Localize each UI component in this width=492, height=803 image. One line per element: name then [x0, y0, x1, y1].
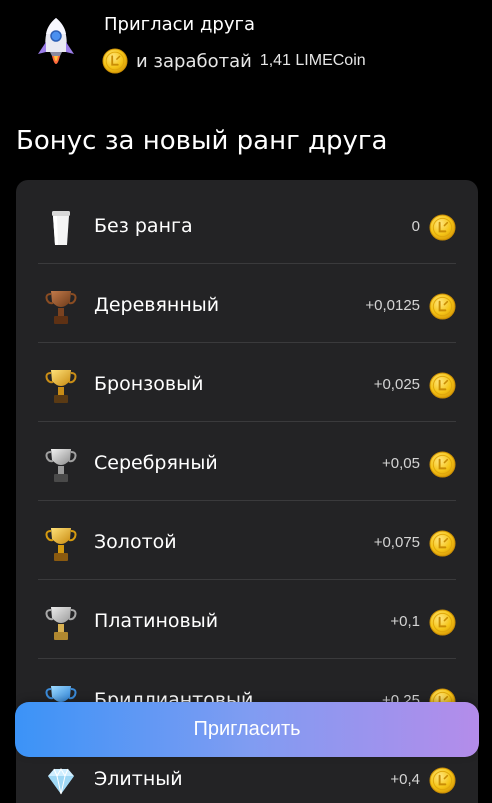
invite-title: Пригласи друга: [104, 14, 255, 35]
rank-bonus: +0,4: [390, 771, 420, 788]
limecoin-icon: [429, 372, 456, 399]
limecoin-icon: [102, 48, 128, 74]
invite-subtitle: и заработай 1,41 LIMECoin: [102, 48, 366, 74]
rank-name: Деревянный: [94, 294, 220, 316]
platinum-trophy-icon: [45, 607, 77, 640]
limecoin-icon: [429, 451, 456, 478]
rank-row-bronze: Бронзовый +0,025: [16, 343, 478, 422]
rank-row-wooden: Деревянный +0,0125: [16, 264, 478, 343]
rank-row-no-rank: Без ранга 0: [16, 185, 478, 264]
rank-name: Элитный: [94, 768, 183, 790]
rank-name: Без ранга: [94, 215, 193, 237]
gold-trophy-icon: [45, 528, 77, 561]
diamond-icon: [48, 767, 74, 795]
rank-bonus: 0: [411, 218, 420, 235]
limecoin-icon: [429, 530, 456, 557]
section-title: Бонус за новый ранг друга: [16, 126, 388, 156]
rank-bonus: +0,05: [382, 455, 420, 472]
referral-screen: Пригласи друга и заработай 1,41 LIMECoin…: [0, 0, 492, 803]
limecoin-icon: [429, 767, 456, 794]
rocket-icon: [38, 18, 74, 64]
rank-bonus: +0,075: [373, 534, 420, 551]
rank-row-gold: Золотой +0,075: [16, 501, 478, 580]
cup-icon: [52, 211, 70, 245]
rank-row-silver: Серебряный +0,05: [16, 422, 478, 501]
rank-row-platinum: Платиновый +0,1: [16, 580, 478, 659]
rank-bonus: +0,1: [390, 613, 420, 630]
rank-name: Бронзовый: [94, 373, 204, 395]
invite-button[interactable]: Пригласить: [15, 702, 479, 757]
invite-subtitle-text: и заработай: [136, 50, 252, 72]
limecoin-icon: [429, 609, 456, 636]
rank-name: Платиновый: [94, 610, 219, 632]
rank-bonus: +0,0125: [365, 297, 420, 314]
reward-amount: 1,41 LIMECoin: [259, 52, 366, 69]
rank-name: Серебряный: [94, 452, 218, 474]
limecoin-icon: [429, 293, 456, 320]
rank-bonus: +0,025: [373, 376, 420, 393]
rank-name: Золотой: [94, 531, 177, 553]
wooden-trophy-icon: [45, 291, 77, 324]
invite-header: Пригласи друга и заработай 1,41 LIMECoin: [0, 0, 492, 90]
limecoin-icon: [429, 214, 456, 241]
bronze-trophy-icon: [45, 370, 77, 403]
silver-trophy-icon: [45, 449, 77, 482]
